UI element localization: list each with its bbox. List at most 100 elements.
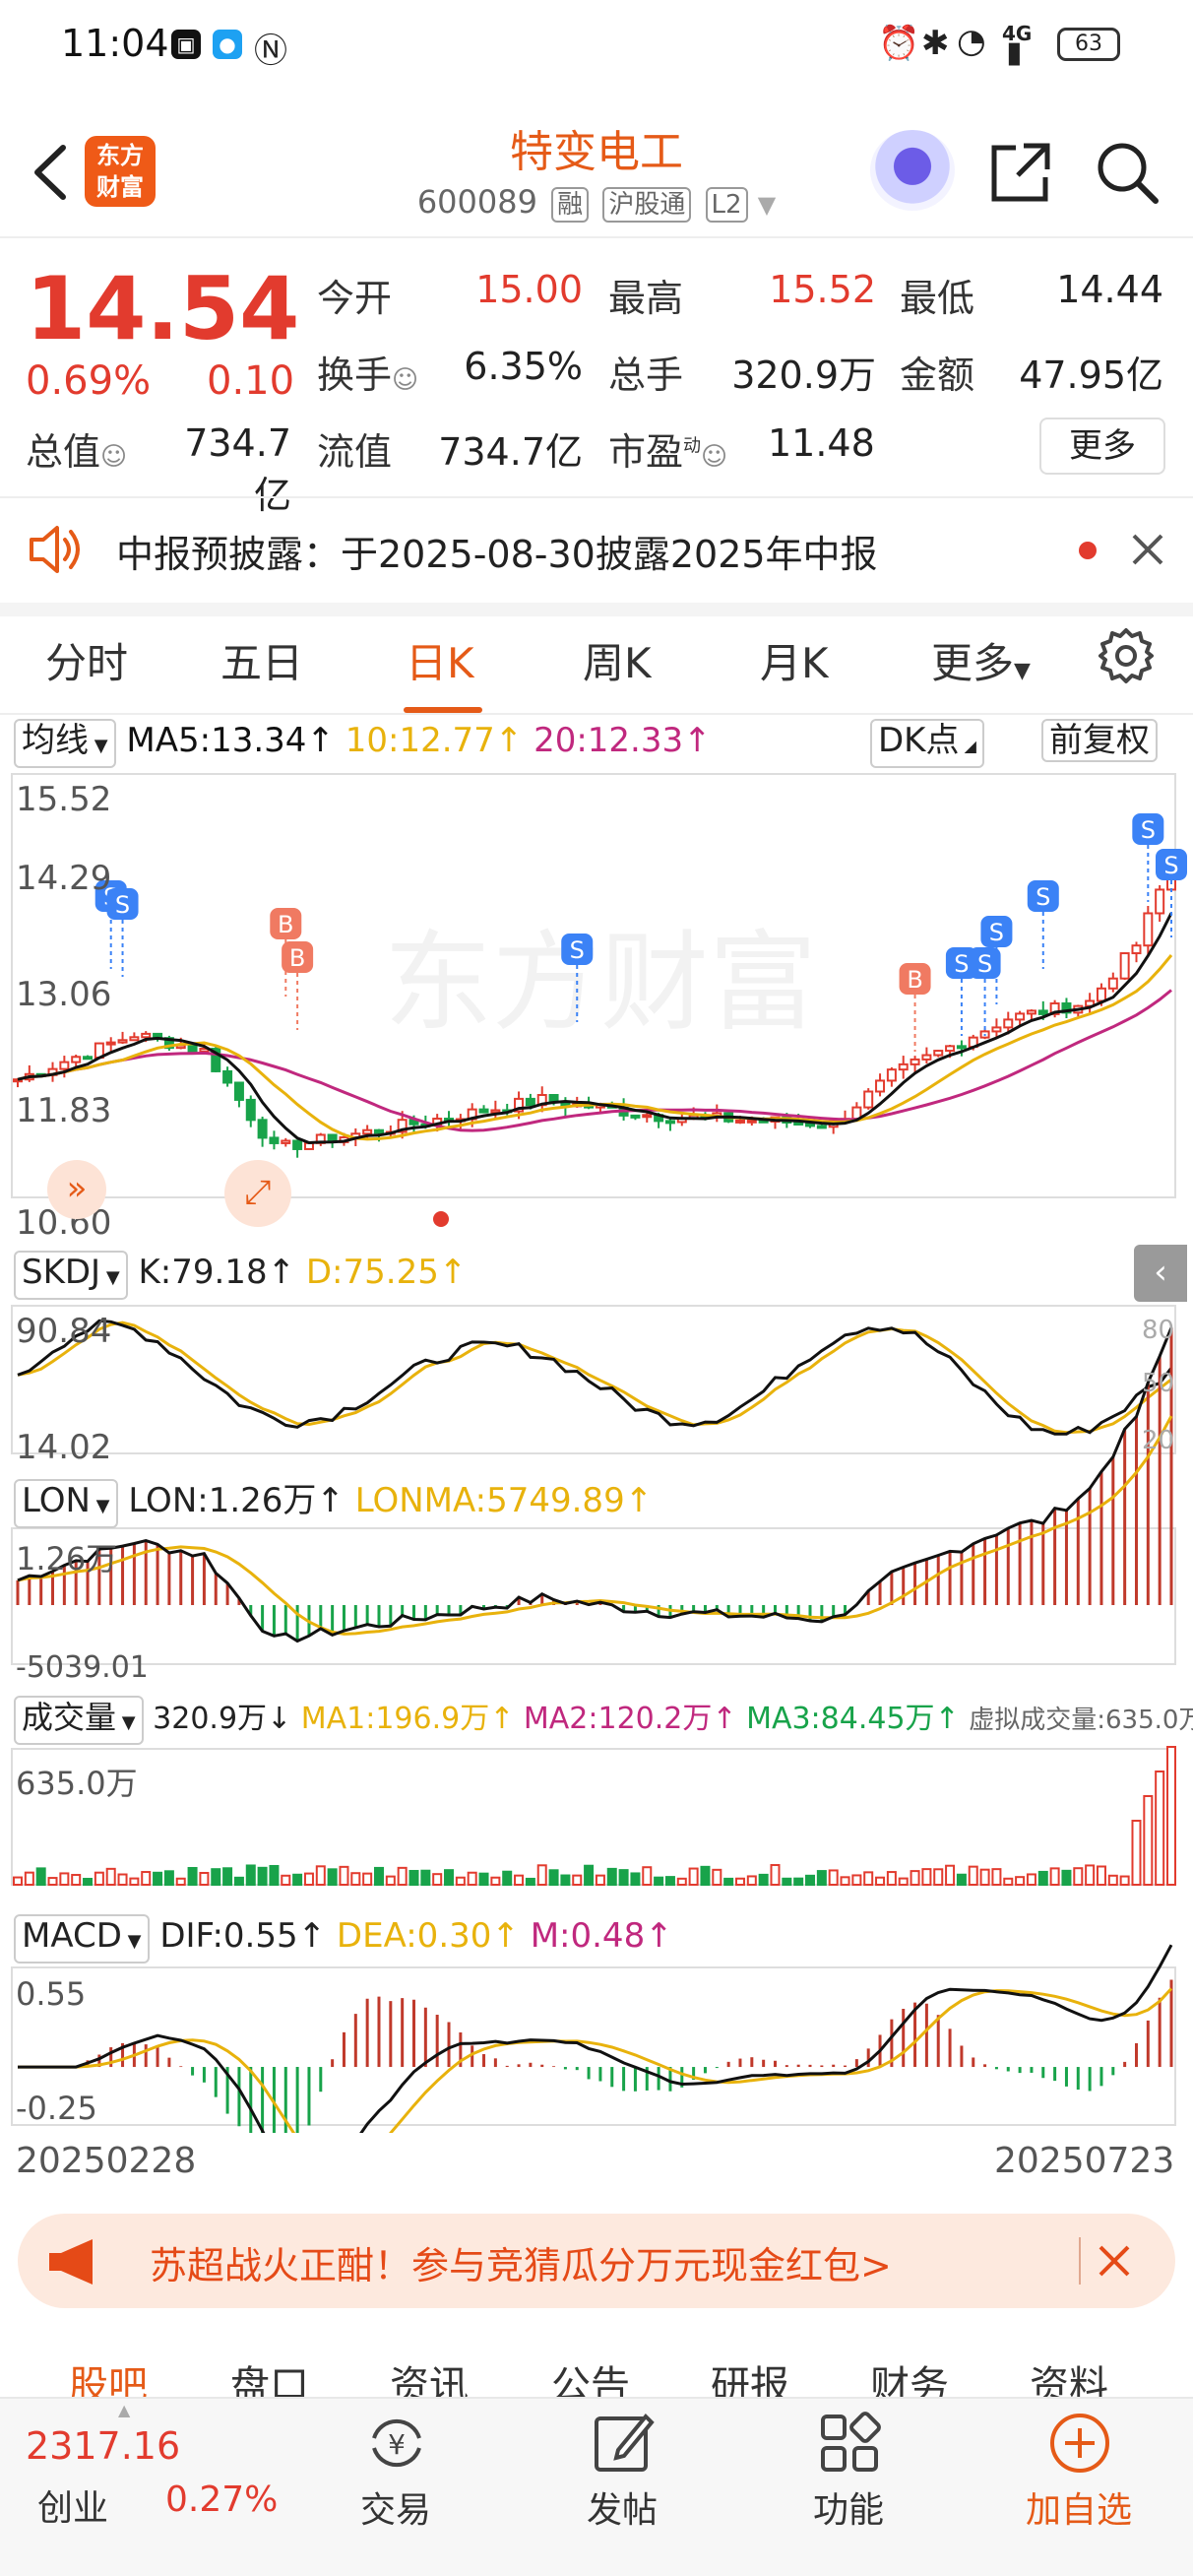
volume-bar (898, 1877, 909, 1886)
pe-label[interactable]: 市盈动☺ (608, 421, 727, 476)
nav-add-watchlist[interactable]: 加自选 (1000, 2481, 1158, 2533)
volume-bar (141, 1871, 152, 1887)
volume-bar (933, 1868, 944, 1886)
expand-sidebar-icon[interactable]: » (47, 1160, 106, 1219)
turnover-label[interactable]: 换手☺ (317, 345, 418, 399)
volume-bar (584, 1864, 595, 1886)
volume-bar (1061, 1869, 1072, 1887)
candle-body (630, 1114, 641, 1119)
app-notification-icon: ▣ (171, 30, 201, 59)
volume-bar (420, 1869, 431, 1887)
ma-legend-row: 均线 ▼ MA5:13.34↑ 10:12.77↑ 20:12.33↑ (14, 719, 1185, 768)
gear-icon[interactable] (1095, 624, 1158, 687)
signal-marker-label: S (570, 936, 585, 964)
tab-monthly-k[interactable]: 月K (760, 630, 829, 690)
y-label: 14.29 (16, 859, 112, 898)
volume-bar (1003, 1877, 1014, 1886)
grid-icon[interactable] (815, 2409, 884, 2478)
volume-bar (840, 1876, 850, 1886)
skdj-dropdown[interactable]: SKDJ ▼ (14, 1251, 128, 1300)
volume-bar (1049, 1867, 1060, 1886)
candle-body (117, 1039, 128, 1044)
dk-point-toggle[interactable]: DK点 ◢ (870, 719, 984, 768)
skdj-min: 14.02 (16, 1428, 112, 1467)
nav-post[interactable]: 发帖 (543, 2481, 701, 2533)
tab-five-day[interactable]: 五日 (220, 630, 303, 690)
volume-bar (734, 1877, 745, 1886)
signal-marker-label: S (115, 891, 130, 919)
volume-bar (688, 1867, 699, 1886)
candle-body (886, 1068, 897, 1082)
tab-more[interactable]: 更多▼ (931, 630, 1031, 690)
close-icon[interactable] (1128, 530, 1167, 569)
edit-icon[interactable] (589, 2409, 658, 2478)
tab-intraday[interactable]: 分时 (45, 630, 128, 690)
skdj-frame (11, 1305, 1176, 1454)
y-label: 11.83 (16, 1091, 112, 1130)
lon-legend-row: LON ▼ LON:1.26万↑ LONMA:5749.89↑ (14, 1473, 653, 1528)
candle-body (83, 1056, 94, 1061)
index-value[interactable]: 2317.16 (26, 2424, 180, 2468)
market-cap-label[interactable]: 总值☺ (26, 421, 127, 476)
candle-body (1119, 952, 1130, 980)
ma-indicator-dropdown[interactable]: 均线 ▼ (14, 719, 116, 768)
volume-bar (664, 1876, 675, 1886)
pull-up-icon[interactable]: ▲ (118, 2401, 138, 2419)
candle-body (875, 1079, 886, 1093)
volume-bar (560, 1874, 571, 1887)
volume-bar (1166, 1746, 1176, 1886)
chevron-down-icon[interactable]: ▼ (758, 191, 776, 219)
volume-bar (257, 1866, 268, 1887)
float-cap-value: 734.7亿 (438, 430, 583, 474)
volume-bar (83, 1877, 94, 1886)
volume-bar (630, 1872, 641, 1886)
fullscreen-icon[interactable]: ⤢ (224, 1160, 291, 1227)
tab-weekly-k[interactable]: 周K (583, 630, 652, 690)
volume-bar (723, 1877, 734, 1887)
share-icon[interactable] (986, 138, 1055, 207)
search-icon[interactable] (1093, 138, 1162, 207)
signal-marker-label: B (278, 911, 293, 938)
volume-dropdown[interactable]: 成交量 ▼ (14, 1696, 144, 1745)
yen-exchange-icon[interactable]: ¥ (362, 2409, 431, 2478)
volume-bar (117, 1873, 128, 1886)
add-circle-icon[interactable] (1045, 2409, 1114, 2478)
change-amount: 0.10 (207, 358, 295, 404)
volume-label: 总手 (608, 354, 684, 397)
candle-body (187, 1044, 198, 1053)
more-button[interactable]: 更多 (1039, 418, 1165, 475)
volume-bar (175, 1877, 186, 1887)
watermark: 东方财富 (384, 920, 817, 1046)
volume-bar (782, 1877, 792, 1887)
turnover-value: 6.35% (464, 345, 583, 388)
macd-dif-value: DIF:0.55↑ (159, 1916, 327, 1956)
volume-bar (47, 1877, 58, 1887)
lon-max: 1.26万 (16, 1540, 118, 1578)
signal-marker-label: S (954, 950, 969, 978)
volume-bar (595, 1874, 605, 1887)
macd-dropdown[interactable]: MACD ▼ (14, 1914, 150, 1964)
adjust-toggle[interactable]: 前复权 (1041, 719, 1158, 762)
nav-functions[interactable]: 功能 (770, 2481, 927, 2533)
collapse-panel-icon[interactable]: ‹ (1134, 1245, 1187, 1302)
tab-daily-k[interactable]: 日K (406, 630, 474, 690)
nav-trade[interactable]: 交易 (317, 2481, 474, 2533)
ai-assistant-avatar[interactable] (870, 130, 955, 211)
low-value: 14.44 (1056, 268, 1163, 311)
volume-bar (199, 1871, 210, 1886)
candle-body (1096, 987, 1106, 1002)
info-icon: ☺ (701, 442, 728, 472)
promo-text: 苏超战火正酣！参与竞猜瓜分万元现金红包> (150, 2244, 892, 2287)
volume-bar (910, 1870, 920, 1887)
volume-frame (11, 1748, 1176, 1886)
close-icon[interactable] (1091, 2237, 1138, 2285)
float-cap-label: 流值 (317, 430, 393, 474)
lon-dropdown[interactable]: LON ▼ (14, 1479, 118, 1528)
volume-bar (281, 1874, 291, 1886)
volume-bar (455, 1876, 466, 1887)
candle-body (816, 1125, 827, 1129)
volume-bar (13, 1876, 23, 1887)
volume-bar (233, 1876, 244, 1887)
volume-bar (59, 1872, 70, 1886)
volume-bar (548, 1869, 559, 1886)
